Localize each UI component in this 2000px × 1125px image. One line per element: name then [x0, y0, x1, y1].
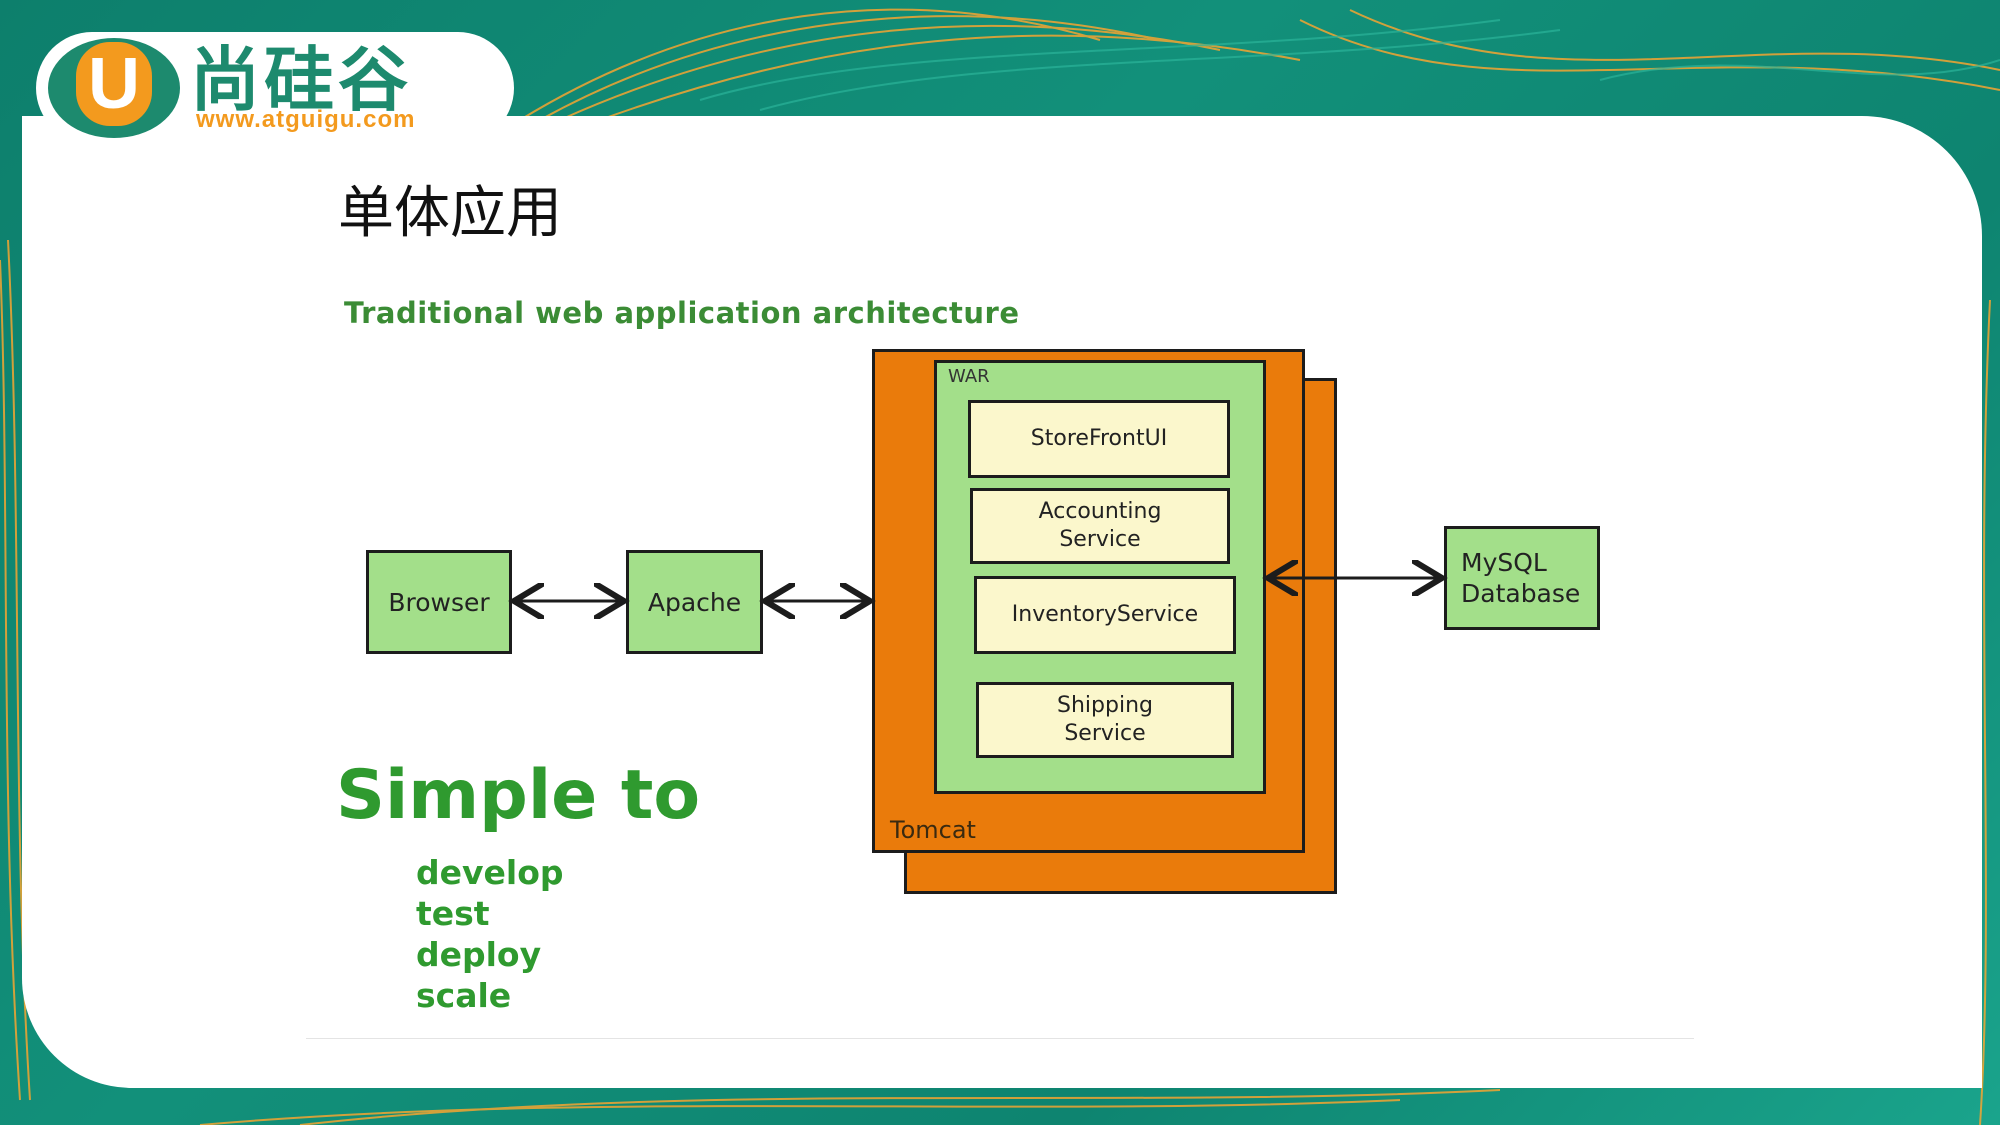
diagram-title: Traditional web application architecture: [344, 296, 1020, 330]
war-label: WAR: [948, 366, 990, 387]
apache-label: Apache: [647, 587, 742, 617]
shipping-service: Shipping Service: [976, 682, 1234, 758]
logo-letter: U: [76, 42, 152, 126]
divider: [306, 1038, 1694, 1039]
mysql-node: MySQL Database: [1444, 526, 1600, 630]
logo-url: www.atguigu.com: [196, 106, 416, 133]
apache-node: Apache: [626, 550, 763, 654]
page-title: 单体应用: [338, 181, 562, 246]
storefront-service: StoreFrontUI: [968, 400, 1230, 478]
accounting-label-line2: Service: [1059, 527, 1141, 552]
simple-item-test: test: [416, 894, 490, 933]
accounting-service: Accounting Service: [970, 488, 1230, 564]
simple-item-scale: scale: [416, 976, 512, 1015]
mysql-label-line1: MySQL: [1461, 548, 1547, 577]
simple-item-deploy: deploy: [416, 935, 542, 974]
shipping-label-line1: Shipping: [1057, 693, 1153, 718]
inventory-service: InventoryService: [974, 576, 1236, 654]
storefront-label: StoreFrontUI: [1030, 426, 1168, 451]
browser-node: Browser: [366, 550, 512, 654]
inventory-label: InventoryService: [1011, 602, 1199, 627]
browser-label: Browser: [388, 587, 490, 617]
tomcat-label: Tomcat: [890, 816, 976, 844]
simple-heading: Simple to: [336, 756, 701, 835]
accounting-label-line1: Accounting: [1038, 499, 1162, 524]
simple-item-develop: develop: [416, 853, 564, 892]
simple-list: develop test deploy scale: [416, 852, 564, 1016]
mysql-label-line2: Database: [1461, 579, 1581, 608]
shipping-label-line2: Service: [1064, 721, 1146, 746]
